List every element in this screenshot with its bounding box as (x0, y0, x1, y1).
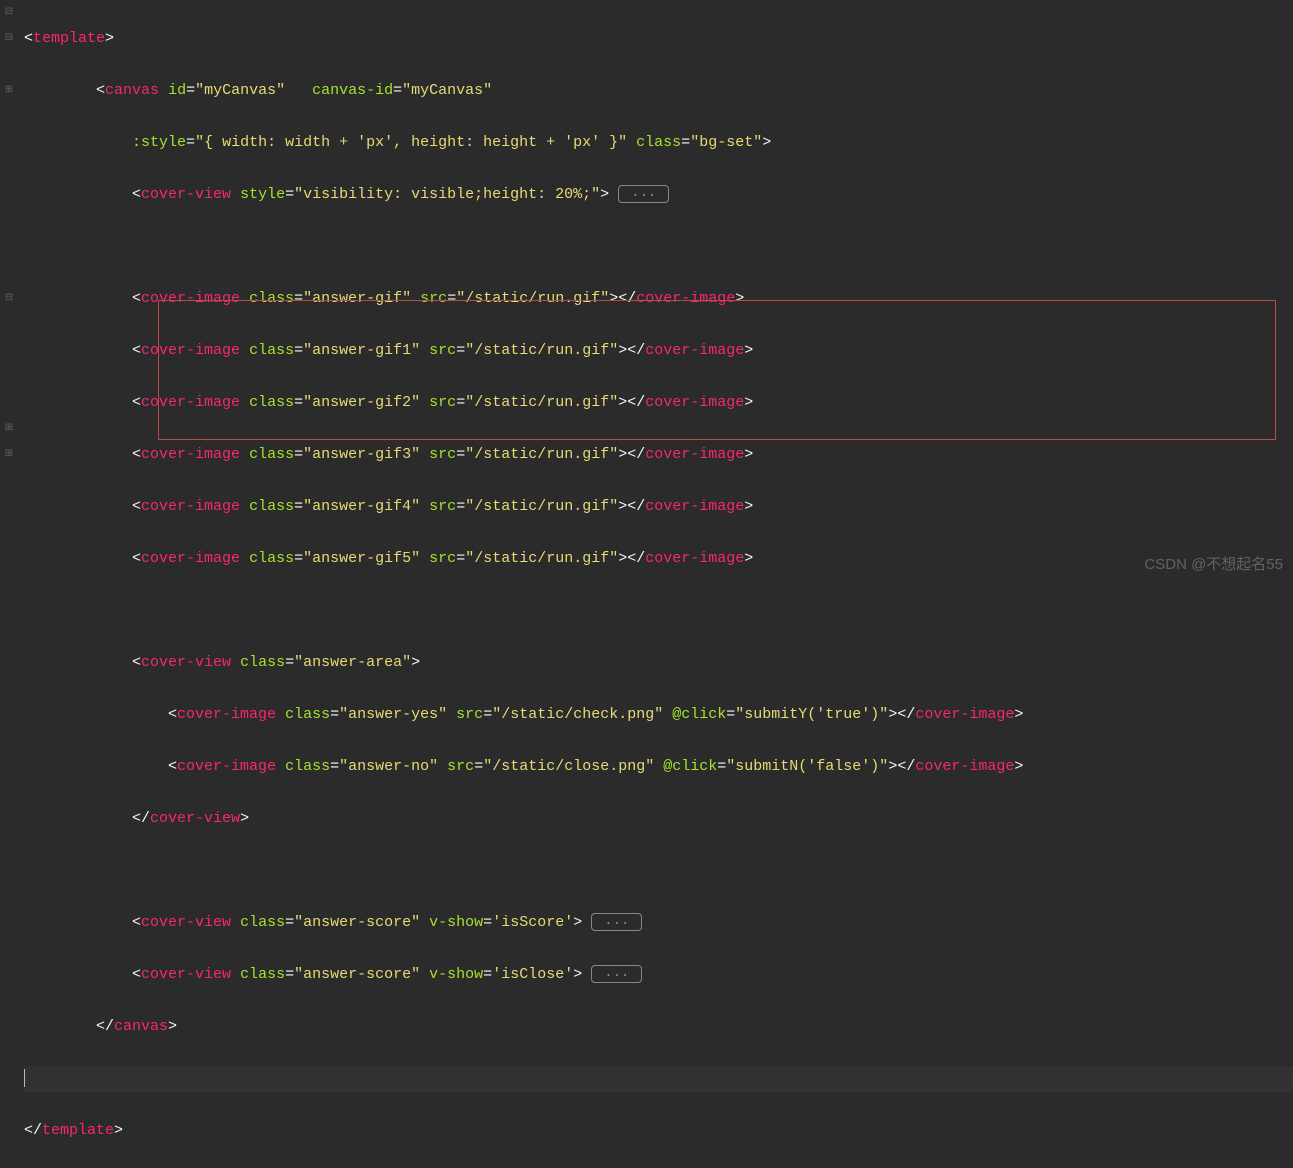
fold-icon[interactable] (0, 312, 18, 338)
code-line[interactable]: <cover-image class="answer-gif1" src="/s… (24, 338, 1293, 364)
code-line[interactable]: <cover-image class="answer-gif3" src="/s… (24, 442, 1293, 468)
code-line[interactable]: <cover-view class="answer-score" v-show=… (24, 910, 1293, 936)
code-line[interactable] (24, 1066, 1293, 1092)
gutter: ⊟ ⊟ ⊞ ⊟ ⊞ ⊞ (0, 0, 18, 584)
fold-icon[interactable]: ⊟ (0, 0, 18, 26)
code-line[interactable]: </cover-view> (24, 806, 1293, 832)
fold-icon[interactable] (0, 208, 18, 234)
code-line[interactable]: <cover-image class="answer-gif4" src="/s… (24, 494, 1293, 520)
fold-icon[interactable]: ⊟ (0, 26, 18, 52)
watermark: CSDN @不想起名55 (1144, 552, 1283, 578)
fold-icon[interactable] (0, 156, 18, 182)
code-area[interactable]: <template> <canvas id="myCanvas" canvas-… (18, 0, 1293, 584)
fold-icon[interactable] (0, 494, 18, 520)
fold-icon[interactable]: ⊟ (0, 286, 18, 312)
code-line[interactable]: :style="{ width: width + 'px', height: h… (24, 130, 1293, 156)
code-line[interactable]: <cover-image class="answer-yes" src="/st… (24, 702, 1293, 728)
fold-icon[interactable] (0, 364, 18, 390)
fold-icon[interactable]: ⊞ (0, 416, 18, 442)
fold-icon[interactable] (0, 52, 18, 78)
code-line[interactable]: <canvas id="myCanvas" canvas-id="myCanva… (24, 78, 1293, 104)
code-line[interactable]: <cover-view class="answer-score" v-show=… (24, 962, 1293, 988)
fold-icon[interactable] (0, 182, 18, 208)
fold-icon[interactable] (0, 260, 18, 286)
code-line[interactable]: <cover-image class="answer-gif5" src="/s… (24, 546, 1293, 572)
code-line[interactable]: <cover-image class="answer-no" src="/sta… (24, 754, 1293, 780)
fold-icon[interactable] (0, 520, 18, 546)
code-line[interactable] (24, 234, 1293, 260)
fold-icon[interactable]: ⊞ (0, 78, 18, 104)
code-line[interactable]: <cover-view class="answer-area"> (24, 650, 1293, 676)
fold-icon[interactable] (0, 468, 18, 494)
highlight-box (158, 300, 1276, 440)
cursor-icon (24, 1069, 25, 1087)
code-line[interactable] (24, 858, 1293, 884)
code-line[interactable]: </template> (24, 1118, 1293, 1144)
code-line[interactable]: <template> (24, 26, 1293, 52)
fold-icon[interactable] (0, 390, 18, 416)
fold-icon[interactable] (0, 338, 18, 364)
code-line[interactable]: <cover-image class="answer-gif2" src="/s… (24, 390, 1293, 416)
folded-code-icon[interactable]: ... (618, 185, 669, 203)
code-line[interactable]: <cover-view style="visibility: visible;h… (24, 182, 1293, 208)
fold-icon[interactable] (0, 104, 18, 130)
code-line[interactable]: <cover-image class="answer-gif" src="/st… (24, 286, 1293, 312)
folded-code-icon[interactable]: ... (591, 913, 642, 931)
code-line[interactable]: </canvas> (24, 1014, 1293, 1040)
code-editor: ⊟ ⊟ ⊞ ⊟ ⊞ ⊞ <template> <canvas id="myCan… (0, 0, 1293, 584)
fold-icon[interactable]: ⊞ (0, 442, 18, 468)
fold-icon[interactable] (0, 130, 18, 156)
fold-icon[interactable] (0, 234, 18, 260)
code-line[interactable] (24, 598, 1293, 624)
folded-code-icon[interactable]: ... (591, 965, 642, 983)
